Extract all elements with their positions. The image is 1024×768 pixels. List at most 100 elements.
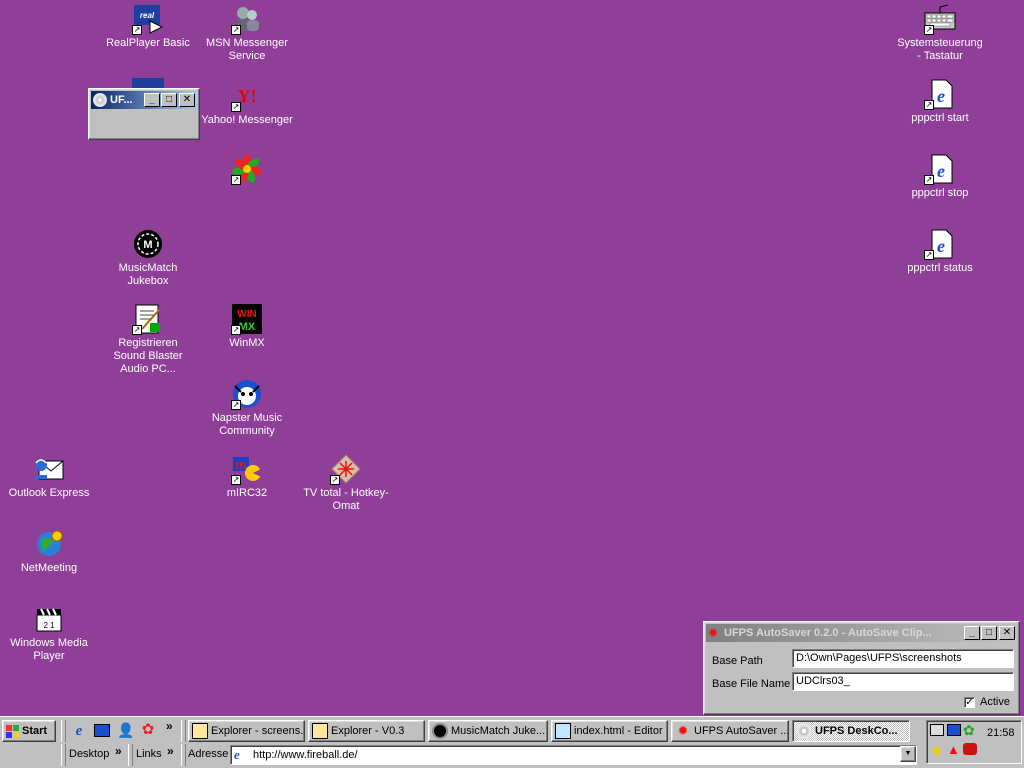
base-path-label: Base Path [712,655,763,667]
desktop-icon-windows-media-player[interactable]: 2 1 Windows Media Player [1,603,97,663]
task-button-editor[interactable]: index.html - Editor [551,720,668,742]
desktop-icon-pppctrl-start[interactable]: e ↗ pppctrl start [892,78,988,125]
tray-network-icon[interactable]: ▲ [947,742,960,757]
svg-text:e: e [937,86,945,106]
ie-document-icon: e ↗ [924,228,956,260]
links-toolbar-chevron[interactable]: » [167,744,174,758]
close-button[interactable]: ✕ [999,626,1015,640]
base-file-name-label: Base File Name [712,678,791,690]
desktop-icon-netmeeting[interactable]: NetMeeting [1,528,97,575]
desktop-icon-mirc32[interactable]: m ↗ mIRC32 [199,453,295,500]
mirc-icon: m ↗ [231,453,263,485]
desktop-icon-pppctrl-status[interactable]: e ↗ pppctrl status [892,228,988,275]
desktop-icon-napster[interactable]: ↗ Napster Music Community [199,378,295,438]
task-button-ufps-autosaver[interactable]: ✹ UFPS AutoSaver ... [671,720,789,742]
tray-icq-icon[interactable]: ✿ [963,722,975,739]
musicmatch-icon: M [132,228,164,260]
desktop-toolbar-grip[interactable] [61,744,66,766]
registration-form-icon: ↗ [132,303,164,335]
address-grip[interactable] [181,744,186,766]
quicklaunch-chevron[interactable]: » [166,719,173,733]
keyboard-icon: ↗ [924,3,956,35]
icq-flower-icon: ↗ [231,153,263,185]
autosaver-title: UFPS AutoSaver 0.2.0 - AutoSave Clip... [724,627,932,639]
msn-quicklaunch-icon[interactable]: 👤 [117,722,134,738]
taskbar: Start e 👤 ✿ » Explorer - screens... Expl… [0,716,1024,768]
desktop-toolbar-label[interactable]: Desktop [69,748,109,760]
address-label: Adresse [188,748,229,760]
links-toolbar-label[interactable]: Links [136,748,162,760]
tray-keyboard-icon[interactable] [930,724,944,736]
maximize-button[interactable]: □ [161,93,177,107]
tray-monitor-icon[interactable] [947,724,961,736]
task-label: UFPS AutoSaver ... [694,725,789,737]
close-button[interactable]: ✕ [179,93,195,107]
active-checkbox-row[interactable]: ✓ Active [964,696,1010,708]
svg-text:e: e [937,236,945,256]
desktop-icon-musicmatch[interactable]: M MusicMatch Jukebox [100,228,196,288]
quicklaunch-grip[interactable] [61,720,66,742]
explorer-icon [312,723,328,739]
mini-window-titlebar[interactable]: UF... _ □ ✕ [91,91,197,109]
links-grip[interactable] [128,744,133,766]
desktop-icon-soundblaster-register[interactable]: ↗ Registrieren Sound Blaster Audio PC... [100,303,196,376]
address-input[interactable]: e http://www.fireball.de/ ▼ [230,745,917,765]
icon-label: Yahoo! Messenger [201,114,293,126]
desktop-icon-pppctrl-stop[interactable]: e ↗ pppctrl stop [892,153,988,200]
yahoo-icon: Y! ↗ [231,86,257,112]
active-checkbox[interactable]: ✓ [964,696,975,708]
minimize-button[interactable]: _ [144,93,160,107]
autosaver-titlebar[interactable]: ✹ UFPS AutoSaver 0.2.0 - AutoSave Clip..… [706,624,1017,642]
active-label: Active [980,696,1010,708]
icq-quicklaunch-icon[interactable]: ✿ [140,722,156,738]
desktop-icon-realplayer[interactable]: real ↗ RealPlayer Basic [100,3,196,50]
tray-speaker-icon[interactable]: ◀ [930,743,939,757]
tray-phone-icon[interactable] [963,743,977,755]
minimize-button[interactable]: _ [964,626,980,640]
ufps-mini-window[interactable]: UF... _ □ ✕ [88,88,200,140]
svg-text:e: e [937,161,945,181]
desktop-icon-keyboard-settings[interactable]: ↗ Systemsteuerung - Tastatur [892,3,988,63]
base-file-name-input[interactable]: UDClrs03_ [792,672,1014,691]
autosaver-window[interactable]: ✹ UFPS AutoSaver 0.2.0 - AutoSave Clip..… [703,621,1020,715]
system-tray: ✿ ◀ ▲ 21:58 [926,720,1022,764]
realplayer-icon: real ↗ [132,3,164,35]
autosaver-icon: ✹ [677,723,689,738]
tasks-grip[interactable] [181,720,186,742]
icon-label: NetMeeting [20,562,78,574]
desktop-icon-msn-messenger[interactable]: ↗ MSN Messenger Service [199,3,295,63]
start-label: Start [22,725,48,737]
winmx-icon: WIN MX ↗ [231,303,263,335]
start-button[interactable]: Start [2,720,56,742]
desktop-icon-tv-total-hotkey[interactable]: ↗ TV total - Hotkey-Omat [298,453,394,513]
disc-icon [796,723,812,739]
address-dropdown-button[interactable]: ▼ [900,746,916,762]
show-desktop-icon[interactable] [94,724,110,737]
maximize-button[interactable]: □ [981,626,997,640]
icon-label: RealPlayer Basic [106,37,190,49]
icon-label: pppctrl status [907,262,973,274]
svg-text:WIN: WIN [237,309,256,320]
desktop-icon-outlook-express[interactable]: Outlook Express [1,453,97,500]
icon-label: MSN Messenger Service [206,37,288,62]
task-button-ufps-deskco[interactable]: UFPS DeskCo... [792,720,910,742]
mini-window-title: UF... [110,94,133,106]
disc-icon [93,93,107,107]
clock[interactable]: 21:58 [987,727,1015,739]
netmeeting-globe-icon [33,528,65,560]
task-button-musicmatch[interactable]: MusicMatch Juke... [428,720,548,742]
task-label: MusicMatch Juke... [451,725,546,737]
desktop-icon-icq[interactable]: ↗ [199,153,295,187]
outlook-express-icon [33,453,65,485]
base-path-input[interactable]: D:\Own\Pages\UFPS\screenshots [792,649,1014,668]
desktop-toolbar-chevron[interactable]: » [115,744,122,758]
desktop-icon-yahoo-messenger[interactable]: Y! ↗ Yahoo! Messenger [199,80,295,127]
ie-quicklaunch-icon[interactable]: e [71,723,87,739]
icon-label: Registrieren Sound Blaster Audio PC... [113,337,183,375]
desktop-icon-winmx[interactable]: WIN MX ↗ WinMX [199,303,295,350]
task-label: Explorer - V0.3 [331,725,405,737]
task-button-explorer-screens[interactable]: Explorer - screens... [188,720,305,742]
icon-label: Systemsteuerung - Tastatur [897,37,983,62]
notepad-icon [555,723,571,739]
task-button-explorer-v03[interactable]: Explorer - V0.3 [308,720,425,742]
